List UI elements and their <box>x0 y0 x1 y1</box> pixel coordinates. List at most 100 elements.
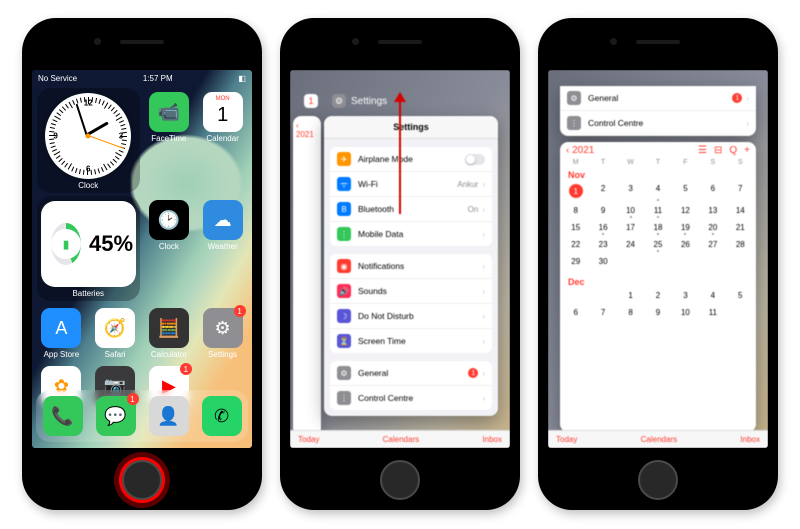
settings-row-mobile-data[interactable]: ⋮Mobile Data› <box>330 222 492 246</box>
day-cell[interactable]: 9 <box>644 305 671 320</box>
settings-row-do-not-disturb[interactable]: ☽Do Not Disturb› <box>330 304 492 329</box>
tab-calendars[interactable]: Calendars <box>641 435 677 444</box>
day-cell[interactable]: 10 <box>617 203 644 218</box>
card-title-calendar: 1 <box>304 94 318 108</box>
battery-widget[interactable]: ▮45%Batteries <box>37 196 140 301</box>
app-safari[interactable]: 🧭Safari <box>91 304 140 359</box>
settings-row-sounds[interactable]: 🔊Sounds› <box>330 279 492 304</box>
clock-widget[interactable]: 12369Clock <box>37 88 140 193</box>
settings-row-notifications[interactable]: ◉Notifications› <box>330 254 492 279</box>
settings-card[interactable]: Settings ✈Airplane ModeᯤWi-FiAnkur›BBlue… <box>324 116 498 416</box>
day-cell[interactable]: 6 <box>699 181 726 201</box>
dock-app-whatsapp[interactable]: ✆ <box>202 396 242 436</box>
month-name: Dec <box>560 273 756 288</box>
day-cell[interactable]: 29 <box>562 254 589 269</box>
cal-tool-2[interactable]: Q <box>729 145 737 156</box>
app-weather[interactable]: ☁Weather <box>198 196 247 301</box>
day-cell[interactable]: 8 <box>562 203 589 218</box>
day-cell[interactable]: 2 <box>644 288 671 303</box>
day-cell[interactable]: 22 <box>562 237 589 252</box>
app-switcher[interactable]: 1 ⚙ Settings ‹ 2021 Settings ✈Airplane M… <box>290 70 510 448</box>
app-calendar[interactable]: MON1Calendar <box>198 88 247 193</box>
day-cell[interactable]: 23 <box>589 237 616 252</box>
calendar-back[interactable]: ‹ 2021 <box>566 145 594 156</box>
day-cell[interactable]: 7 <box>727 181 754 201</box>
home-button[interactable] <box>380 460 420 500</box>
dock-app-phone[interactable]: 📞 <box>43 396 83 436</box>
settings-row-airplane-mode[interactable]: ✈Airplane Mode <box>330 147 492 172</box>
cal-tool-3[interactable]: + <box>744 145 750 156</box>
tab-bar: Today Calendars Inbox <box>548 430 768 448</box>
day-cell[interactable]: 19 <box>672 220 699 235</box>
widget-label: Clock <box>37 181 140 190</box>
day-cell[interactable]: 6 <box>562 305 589 320</box>
dock-app-messages[interactable]: 💬1 <box>96 396 136 436</box>
day-cell[interactable]: 27 <box>699 237 726 252</box>
earpiece <box>636 40 680 44</box>
day-cell[interactable]: 5 <box>672 181 699 201</box>
day-cell[interactable]: 20 <box>699 220 726 235</box>
home-button[interactable] <box>638 460 678 500</box>
day-cell[interactable]: 18 <box>644 220 671 235</box>
home-button[interactable] <box>122 460 162 500</box>
settings-row-general[interactable]: ⚙General1› <box>560 86 756 111</box>
calendar-back[interactable]: ‹ 2021 <box>293 116 321 144</box>
cal-tool-1[interactable]: ⊟ <box>714 145 722 156</box>
app-settings[interactable]: ⚙1Settings <box>198 304 247 359</box>
day-cell[interactable]: 9 <box>589 203 616 218</box>
dock-app-contacts[interactable]: 👤 <box>149 396 189 436</box>
toggle[interactable] <box>465 154 485 165</box>
day-cell[interactable]: 25 <box>644 237 671 252</box>
app-app-store[interactable]: AApp Store <box>37 304 86 359</box>
day-cell[interactable]: 10 <box>672 305 699 320</box>
day-cell[interactable]: 2 <box>589 181 616 201</box>
chevron-right-icon: › <box>482 287 485 296</box>
app-switcher[interactable]: ⚙General1›⋮Control Centre› ‹ 2021 ☰ ⊟ Q + M… <box>548 70 768 448</box>
tab-today[interactable]: Today <box>298 435 319 444</box>
day-cell[interactable]: 16 <box>589 220 616 235</box>
day-cell[interactable]: 12 <box>672 203 699 218</box>
calendar-card-peek[interactable]: ‹ 2021 <box>293 116 321 436</box>
day-cell[interactable]: 11 <box>699 305 726 320</box>
day-cell[interactable]: 3 <box>617 181 644 201</box>
day-cell[interactable]: 4 <box>699 288 726 303</box>
home-screen[interactable]: No Service 1:57 PM ◧ 12369Clock📹FaceTime… <box>32 70 252 448</box>
day-cell[interactable]: 5 <box>727 288 754 303</box>
day-cell[interactable]: 13 <box>699 203 726 218</box>
day-cell[interactable]: 26 <box>672 237 699 252</box>
row-label: Notifications <box>358 261 404 271</box>
tab-inbox[interactable]: Inbox <box>740 435 760 444</box>
settings-row-control-centre[interactable]: ⋮Control Centre› <box>560 111 756 135</box>
day-cell[interactable]: 24 <box>617 237 644 252</box>
tab-inbox[interactable]: Inbox <box>482 435 502 444</box>
chevron-right-icon: › <box>746 119 749 128</box>
cal-tool-0[interactable]: ☰ <box>698 145 707 156</box>
day-cell[interactable]: 4 <box>644 181 671 201</box>
day-cell[interactable]: 8 <box>617 305 644 320</box>
day-cell[interactable]: 17 <box>617 220 644 235</box>
day-cell[interactable]: 1 <box>562 181 589 201</box>
settings-row-screen-time[interactable]: ⏳Screen Time› <box>330 329 492 353</box>
settings-row-general[interactable]: ⚙General1› <box>330 361 492 386</box>
day-cell[interactable]: 21 <box>727 220 754 235</box>
tab-today[interactable]: Today <box>556 435 577 444</box>
settings-row-control-centre[interactable]: ⋮Control Centre› <box>330 386 492 410</box>
dock[interactable]: 📞 💬1 👤 ✆ <box>36 390 248 442</box>
settings-card-top[interactable]: ⚙General1›⋮Control Centre› <box>560 86 756 136</box>
day-cell[interactable]: 3 <box>672 288 699 303</box>
weekday-header: MTWTFSS <box>560 159 756 166</box>
day-cell[interactable]: 11 <box>644 203 671 218</box>
day-cell[interactable]: 7 <box>589 305 616 320</box>
day-cell[interactable]: 15 <box>562 220 589 235</box>
tab-calendars[interactable]: Calendars <box>383 435 419 444</box>
calendar-card[interactable]: ‹ 2021 ☰⊟Q+ MTWTFSS Nov12345678910111213… <box>560 142 756 432</box>
app-calculator[interactable]: 🧮Calculator <box>145 304 194 359</box>
settings-row-wi-fi[interactable]: ᯤWi-FiAnkur› <box>330 172 492 197</box>
day-cell[interactable]: 14 <box>727 203 754 218</box>
day-cell[interactable]: 30 <box>589 254 616 269</box>
day-cell[interactable]: 1 <box>617 288 644 303</box>
app-clock[interactable]: 🕑Clock <box>145 196 194 301</box>
settings-row-bluetooth[interactable]: BBluetoothOn› <box>330 197 492 222</box>
app-facetime[interactable]: 📹FaceTime <box>145 88 194 193</box>
day-cell[interactable]: 28 <box>727 237 754 252</box>
